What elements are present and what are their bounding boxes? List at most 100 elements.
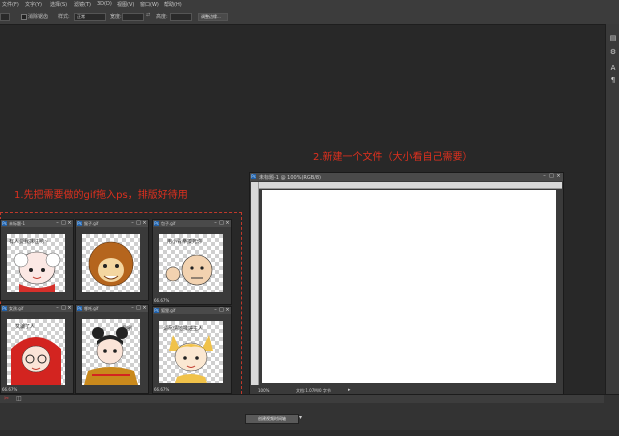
ps-icon: Ps (251, 174, 256, 179)
width-input[interactable] (122, 13, 144, 21)
window-title: 哪吒.gif (84, 306, 99, 311)
window-title: 女孩.gif (9, 306, 24, 311)
cartoon-redhair-girl-icon (11, 337, 61, 385)
maximize-icon[interactable]: □ (61, 306, 66, 311)
annotation-step2: 2.新建一个文件（大小看自己需要） (313, 152, 473, 163)
menu-3d[interactable]: 3D(D) (97, 1, 112, 7)
window-title: 猴子.gif (84, 221, 99, 226)
gif-canvas (82, 234, 140, 292)
new-document-window[interactable]: Ps 未标题-1 @ 100%(RGB/8) – □ × 100% 文档:1.0… (249, 172, 564, 395)
minimize-icon[interactable]: – (213, 308, 218, 313)
minimize-icon[interactable]: – (213, 221, 218, 226)
create-video-timeline-button[interactable]: 创建视频时间轴 (245, 414, 299, 424)
character-icon[interactable]: A (609, 64, 617, 72)
ps-icon: Ps (154, 221, 159, 226)
swap-icon[interactable]: ⇄ (146, 12, 150, 18)
close-icon[interactable]: × (225, 308, 230, 313)
status-menu-arrow-icon[interactable]: ▸ (348, 387, 351, 393)
close-icon[interactable]: × (225, 221, 230, 226)
minimize-icon[interactable]: – (130, 221, 135, 226)
paragraph-icon[interactable]: ¶ (609, 76, 617, 84)
style-select[interactable]: 正常 (74, 13, 106, 21)
tool-preset-picker[interactable] (0, 13, 10, 21)
menu-type[interactable]: 文字(Y) (25, 1, 42, 8)
gif-window[interactable]: Ps 包子.gif – □ × 用小青拳揍死你 66.67% (152, 219, 232, 305)
antialias-checkbox[interactable] (21, 14, 27, 20)
gif-canvas: 我咧 (82, 319, 140, 385)
menu-view[interactable]: 视图(V) (117, 1, 134, 8)
menu-help[interactable]: 帮助(H) (164, 1, 182, 8)
maximize-icon[interactable]: □ (61, 221, 66, 226)
close-icon[interactable]: × (142, 306, 147, 311)
gif-canvas: 又骗了人 (7, 319, 65, 385)
timeline-header: ✂ ◫ (0, 395, 604, 403)
properties-icon[interactable]: ⚙ (609, 48, 617, 56)
timeline-dropdown-icon[interactable]: ▾ (299, 414, 302, 421)
gif-window[interactable]: Ps 哪吒.gif – □ × 我咧 (75, 304, 149, 394)
document-status-bar: 100% 文档:1.07M/0 字节 ▸ (250, 387, 563, 394)
timeline-scissor-icon[interactable]: ✂ (4, 395, 9, 402)
height-label: 高度: (156, 14, 168, 20)
menu-select[interactable]: 选择(S) (50, 1, 67, 8)
ps-icon: Ps (2, 306, 7, 311)
refine-edge-button[interactable]: 调整边缘... (198, 13, 228, 21)
window-titlebar[interactable]: Ps 狐狸.gif – □ × (153, 307, 231, 314)
gif-window[interactable]: Ps 女孩.gif – □ × 又骗了人 66.67% (0, 304, 74, 394)
menu-filter[interactable]: 滤镜(T) (74, 1, 91, 8)
minimize-icon[interactable]: – (542, 174, 547, 179)
menu-window[interactable]: 窗口(W) (140, 1, 159, 8)
window-titlebar[interactable]: Ps 未标题-1 @ 100%(RGB/8) – □ × (250, 173, 563, 181)
close-icon[interactable]: × (556, 174, 561, 179)
maximize-icon[interactable]: □ (219, 308, 224, 313)
timeline-footer (0, 430, 619, 436)
window-titlebar[interactable]: Ps 哪吒.gif – □ × (76, 305, 148, 312)
gif-window[interactable]: Ps 猴子.gif – □ × (75, 219, 149, 301)
height-input[interactable] (170, 13, 192, 21)
maximize-icon[interactable]: □ (136, 221, 141, 226)
horizontal-ruler[interactable] (258, 182, 562, 189)
timeline-transition-icon[interactable]: ◫ (16, 395, 22, 402)
gif-canvas: 用小青拳揍死你 (159, 234, 223, 292)
gif-window[interactable]: Ps 狐狸.gif – □ × 请尽情地揉搓主人 66.67% (152, 306, 232, 394)
style-label: 样式: (58, 14, 70, 20)
options-bar: 文件(F) 文字(Y) 选择(S) 滤镜(T) 3D(D) 视图(V) 窗口(W… (0, 0, 619, 25)
vertical-ruler[interactable] (251, 182, 259, 385)
window-zoom: 66.67% (154, 387, 170, 392)
window-titlebar[interactable]: Ps 包子.gif – □ × (153, 220, 231, 227)
ps-icon: Ps (154, 308, 159, 313)
close-icon[interactable]: × (67, 221, 72, 226)
window-title: 包子.gif (161, 221, 176, 226)
gif-canvas: 有人要我抹往哟~ (7, 234, 65, 292)
menu-file[interactable]: 文件(F) (2, 1, 19, 8)
right-panel-strip: ▤ ⚙ A ¶ (605, 24, 619, 394)
maximize-icon[interactable]: □ (549, 174, 554, 179)
cartoon-fox-girl-icon (169, 335, 213, 383)
close-icon[interactable]: × (67, 306, 72, 311)
window-zoom: 66.67% (2, 387, 18, 392)
zoom-level[interactable]: 100% (258, 388, 269, 393)
window-titlebar[interactable]: Ps 猴子.gif – □ × (76, 220, 148, 227)
minimize-icon[interactable]: – (55, 306, 60, 311)
ps-icon: Ps (77, 221, 82, 226)
cartoon-nezha-icon (84, 327, 138, 385)
gif-window[interactable]: Ps 未标题-1 – □ × 有人要我抹往哟~ (0, 219, 74, 301)
style-select-value: 正常 (77, 14, 85, 19)
window-title: 未标题-1 (9, 221, 25, 226)
history-icon[interactable]: ▤ (609, 34, 617, 42)
timeline-panel: ✂ ◫ 创建视频时间轴 ▾ (0, 394, 619, 436)
width-label: 宽度: (110, 14, 122, 20)
window-zoom: 66.67% (154, 298, 170, 303)
close-icon[interactable]: × (142, 221, 147, 226)
window-titlebar[interactable]: Ps 未标题-1 – □ × (1, 220, 73, 227)
minimize-icon[interactable]: – (130, 306, 135, 311)
maximize-icon[interactable]: □ (136, 306, 141, 311)
document-canvas[interactable] (262, 190, 556, 383)
gif-canvas: 请尽情地揉搓主人 (159, 321, 223, 383)
window-titlebar[interactable]: Ps 女孩.gif – □ × (1, 305, 73, 312)
antialias-label: 消除锯齿 (28, 14, 49, 20)
window-title: 未标题-1 @ 100%(RGB/8) (259, 175, 322, 181)
maximize-icon[interactable]: □ (219, 221, 224, 226)
minimize-icon[interactable]: – (55, 221, 60, 226)
window-title: 狐狸.gif (161, 308, 176, 313)
menu-bar: 文件(F) 文字(Y) 选择(S) 滤镜(T) 3D(D) 视图(V) 窗口(W… (0, 0, 619, 9)
